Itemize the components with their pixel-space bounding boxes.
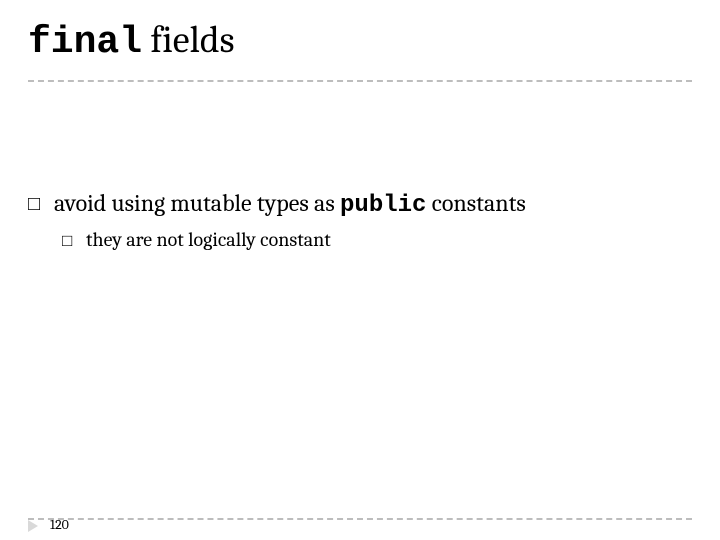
- title-mono: final: [28, 21, 142, 64]
- bullet-level-1: □ avoid using mutable types as public co…: [28, 188, 692, 221]
- bullet-level-2: □ they are not logically constant: [62, 227, 692, 252]
- page-arrow-icon: [28, 520, 38, 532]
- page-number: 120: [50, 516, 69, 533]
- slide-title: final fields: [28, 20, 235, 64]
- bullet-2-text: they are not logically constant: [86, 227, 331, 252]
- square-bullet-icon: □: [28, 192, 54, 217]
- square-bullet-icon: □: [62, 230, 86, 251]
- content-area: □ avoid using mutable types as public co…: [28, 188, 692, 252]
- bullet-1-text: avoid using mutable types as public cons…: [54, 188, 526, 221]
- divider-bottom: [28, 518, 692, 520]
- divider-top: [28, 80, 692, 82]
- slide: final fields □ avoid using mutable types…: [0, 0, 720, 540]
- title-rest: fields: [142, 18, 235, 62]
